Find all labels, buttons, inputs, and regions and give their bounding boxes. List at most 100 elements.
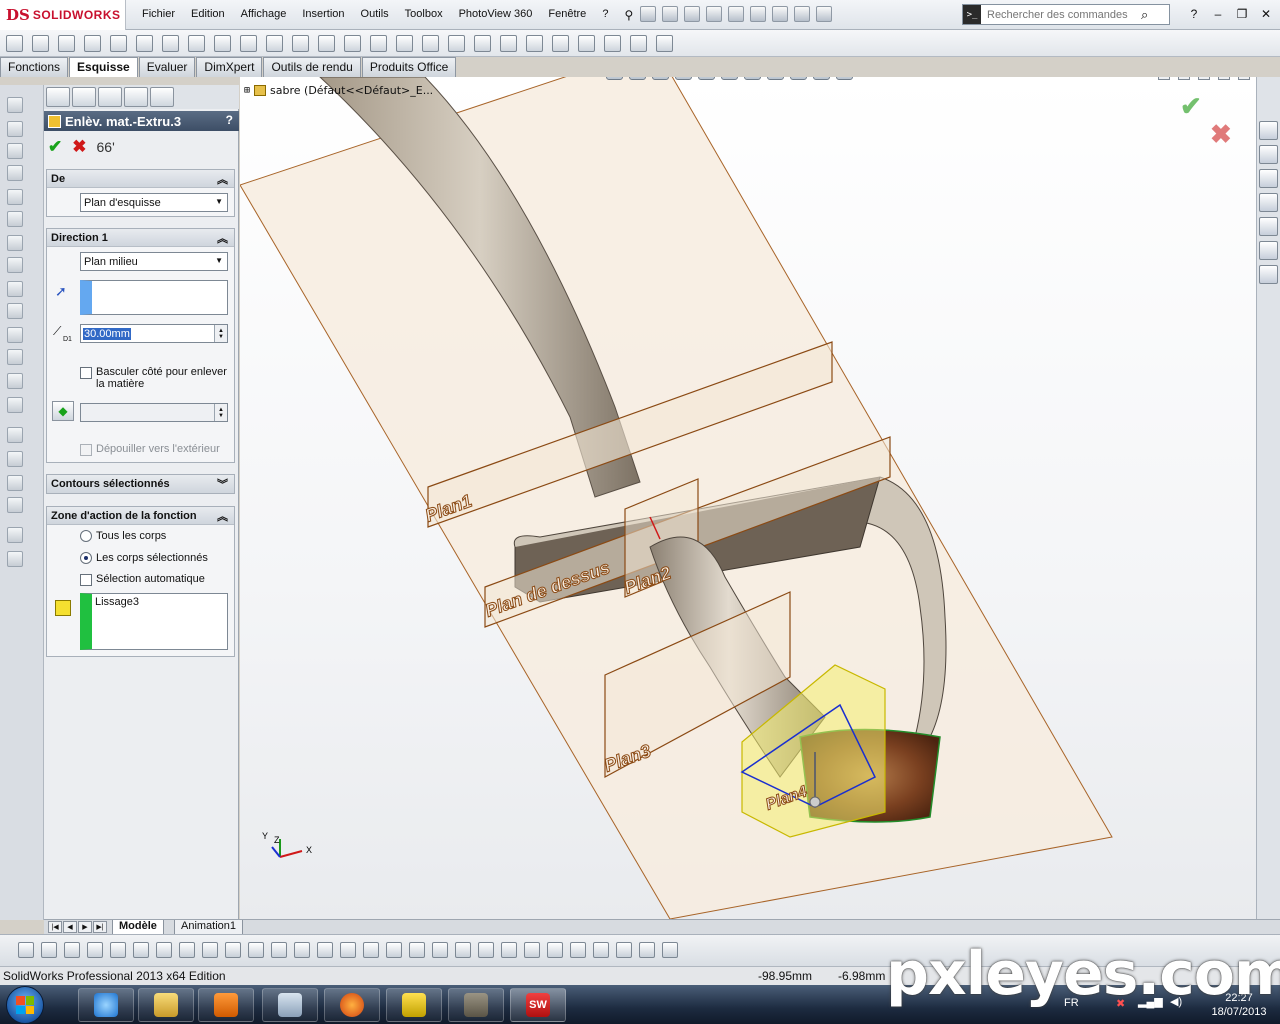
pushpin-icon[interactable]: ⚲ — [616, 8, 641, 22]
tab-animation1[interactable]: Animation1 — [174, 920, 244, 935]
flyout-feature-tree[interactable]: ⊞ sabre (Défaut<<Défaut>_E... — [244, 84, 433, 97]
intersect-icon[interactable] — [7, 475, 23, 491]
filter-sketch-points-icon[interactable] — [271, 942, 287, 958]
menu-fichier[interactable]: Fichier — [134, 8, 183, 22]
file-properties-icon[interactable] — [794, 6, 810, 22]
group-contours-header[interactable]: Contours sélectionnés ︾ — [47, 475, 234, 493]
swept-cut-icon[interactable] — [7, 281, 23, 297]
view-palette-icon[interactable] — [1259, 217, 1278, 236]
collapse-icon[interactable]: ︽ — [217, 171, 228, 187]
curves-icon[interactable] — [7, 527, 23, 543]
spin-arrows-icon[interactable]: ▲ ▼ — [214, 404, 227, 421]
tab-produits-office[interactable]: Produits Office — [361, 57, 457, 77]
trim-icon[interactable] — [370, 35, 387, 52]
list-item[interactable]: Lissage3 — [95, 596, 224, 608]
rebuild-icon[interactable] — [772, 6, 788, 22]
print-icon[interactable] — [706, 6, 722, 22]
circle-icon[interactable] — [136, 35, 153, 52]
start-condition-select[interactable]: Plan d'esquisse ▼ — [80, 193, 228, 212]
firefox-task[interactable] — [324, 988, 380, 1022]
display-manager-tab-icon[interactable] — [150, 87, 174, 107]
viewport-split-icon[interactable]: ▫ — [1158, 77, 1170, 80]
collapse-icon[interactable]: ︽ — [217, 508, 228, 524]
checkbox-box[interactable] — [80, 444, 92, 456]
filter-routing-points-icon[interactable] — [639, 942, 655, 958]
auto-select-checkbox[interactable]: Sélection automatique — [80, 573, 205, 586]
menu-edition[interactable]: Edition — [183, 8, 233, 22]
open-icon[interactable] — [662, 6, 678, 22]
filter-datum-targets-icon[interactable] — [524, 942, 540, 958]
viewport-close-icon[interactable]: ✕ — [1238, 77, 1250, 80]
group-feature-scope-header[interactable]: Zone d'action de la fonction ︽ — [47, 507, 234, 525]
menu-insertion[interactable]: Insertion — [294, 8, 352, 22]
mirror-icon[interactable] — [448, 35, 465, 52]
solidworks-task[interactable]: SW — [510, 988, 566, 1022]
flip-side-checkbox[interactable]: Basculer côté pour enlever la matière — [80, 366, 230, 390]
edit-appearance-icon[interactable] — [767, 77, 784, 80]
ellipse-icon[interactable] — [240, 35, 257, 52]
revolved-boss-icon[interactable] — [7, 121, 23, 137]
bodies-selection-list[interactable]: Lissage3 — [80, 593, 228, 650]
depth-spinbox[interactable]: 30.00mm ▲ ▼ — [80, 324, 228, 343]
viewport-restore-icon[interactable]: ❐ — [1218, 77, 1230, 80]
menu-outils[interactable]: Outils — [353, 8, 397, 22]
filter-surface-finish-icon[interactable] — [409, 942, 425, 958]
reference-geometry-icon[interactable] — [7, 497, 23, 513]
filter-sketch-segments-icon[interactable] — [294, 942, 310, 958]
lofted-boss-icon[interactable] — [7, 165, 23, 181]
filter-surface-bodies-icon[interactable] — [179, 942, 195, 958]
spin-arrows-icon[interactable]: ▲ ▼ — [214, 325, 227, 342]
filter-faces-icon[interactable] — [156, 942, 172, 958]
restore-icon[interactable]: ❐ — [1232, 5, 1252, 23]
swept-boss-icon[interactable] — [7, 143, 23, 159]
dimxpert-manager-tab-icon[interactable] — [124, 87, 148, 107]
apply-scene-icon[interactable] — [790, 77, 807, 80]
viewport-split2-icon[interactable]: ▫ — [1178, 77, 1190, 80]
media-player-task[interactable] — [198, 988, 254, 1022]
cancel-button[interactable]: ✖ — [72, 137, 86, 157]
internet-explorer-task[interactable] — [78, 988, 134, 1022]
zoom-to-fit-icon[interactable] — [606, 77, 623, 80]
filter-center-marks-icon[interactable] — [340, 942, 356, 958]
filter-dimensions-icon[interactable] — [386, 942, 402, 958]
expand-tree-icon[interactable]: ⊞ — [244, 85, 250, 96]
filter-mid-surface-icon[interactable] — [662, 942, 678, 958]
display-style-icon[interactable] — [721, 77, 738, 80]
filter-planes-icon[interactable] — [248, 942, 264, 958]
tab-outils-de-rendu[interactable]: Outils de rendu — [263, 57, 361, 77]
previous-view-icon[interactable] — [652, 77, 669, 80]
filter-dowel-pin-icon[interactable] — [593, 942, 609, 958]
tab-dimxpert[interactable]: DimXpert — [196, 57, 263, 77]
prev-tab-icon[interactable]: ◀ — [63, 921, 77, 933]
view-orientation-icon[interactable] — [698, 77, 715, 80]
filter-centerline-icon[interactable] — [363, 942, 379, 958]
smart-dimension-icon[interactable] — [32, 35, 49, 52]
sabre-model-view[interactable]: Plan1 Plan de dessus Plan2 Plan3 Plan4 X… — [240, 77, 1256, 919]
gimp-task[interactable] — [448, 988, 504, 1022]
rectangle-icon[interactable] — [84, 35, 101, 52]
rib-icon[interactable] — [7, 397, 23, 413]
instant2d-icon[interactable] — [630, 35, 647, 52]
ok-button[interactable]: ✔ — [48, 137, 62, 157]
radio-dot[interactable] — [80, 530, 92, 542]
new-document-icon[interactable] — [640, 6, 656, 22]
move-entities-icon[interactable] — [500, 35, 517, 52]
solidworks-resources-icon[interactable] — [1259, 121, 1278, 140]
radio-selected-bodies[interactable]: Les corps sélectionnés — [80, 552, 208, 564]
filter-edges-icon[interactable] — [133, 942, 149, 958]
select-cursor-icon[interactable] — [87, 942, 103, 958]
direction-vector-selection[interactable] — [80, 280, 228, 315]
radio-all-bodies[interactable]: Tous les corps — [80, 530, 166, 542]
feature-tree-tab-icon[interactable] — [46, 87, 70, 107]
select-icon[interactable] — [750, 6, 766, 22]
boundary-boss-icon[interactable] — [7, 189, 23, 205]
help-button[interactable]: ? — [226, 113, 233, 127]
filter-notes-icon[interactable] — [455, 942, 471, 958]
options-icon[interactable] — [816, 6, 832, 22]
filter-blocks-icon[interactable] — [570, 942, 586, 958]
toggle-filter-icon[interactable] — [18, 942, 34, 958]
search-input[interactable] — [987, 8, 1137, 21]
start-button[interactable] — [6, 986, 44, 1024]
command-search[interactable]: >_ ⌕ — [962, 4, 1170, 25]
filter-weld-symbols-icon[interactable] — [501, 942, 517, 958]
